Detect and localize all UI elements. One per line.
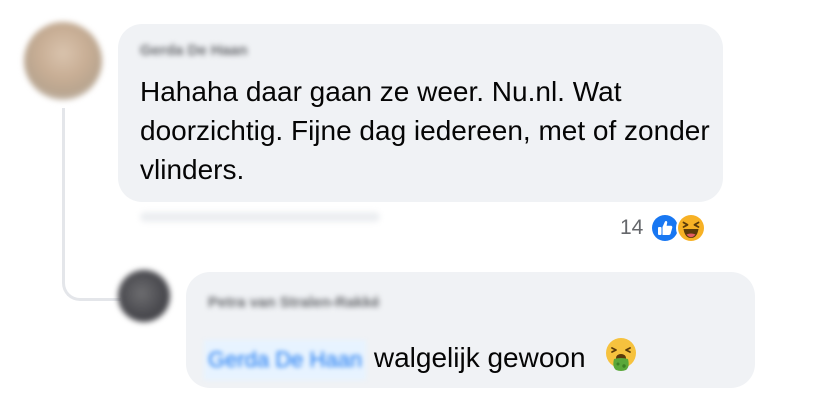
reply-bubble: Petra van Stralen-Rakké Gerda De Haan wa… — [186, 272, 755, 388]
comment-bubble: Gerda De Haan Hahaha daar gaan ze weer. … — [118, 24, 723, 202]
comment-author[interactable]: Gerda De Haan — [140, 42, 248, 59]
haha-icon — [675, 212, 707, 244]
reply-author[interactable]: Petra van Stralen-Rakké — [208, 294, 380, 311]
reply-thread-connector — [62, 108, 121, 301]
nauseated-face-icon — [603, 336, 639, 383]
mention-tag[interactable]: Gerda De Haan — [204, 339, 367, 380]
avatar[interactable] — [24, 22, 102, 100]
comment-actions-blurred — [140, 212, 380, 222]
reply-content: Gerda De Haan walgelijk gewoon — [204, 336, 639, 383]
reaction-count: 14 — [620, 216, 644, 239]
avatar[interactable] — [118, 270, 170, 322]
comment-text: Hahaha daar gaan ze weer. Nu.nl. Wat doo… — [140, 76, 710, 185]
reply-text: walgelijk gewoon — [373, 341, 586, 373]
reaction-summary[interactable]: 14 — [620, 210, 707, 246]
